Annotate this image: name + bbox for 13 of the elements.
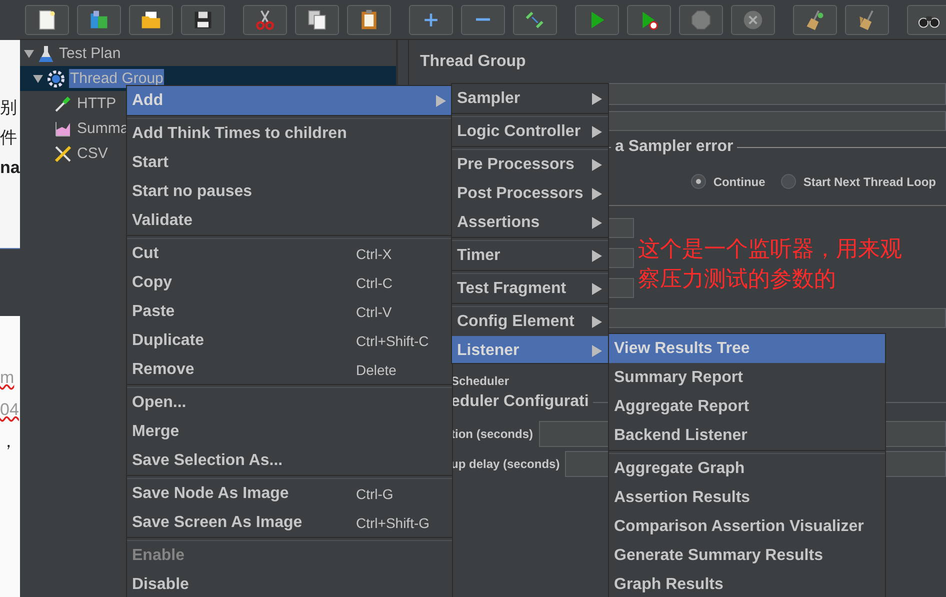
radio-label: Start Next Thread Loop — [803, 174, 936, 188]
background-text: na — [0, 158, 20, 178]
background-text: 04 — [0, 400, 20, 420]
fieldset-legend: a Sampler error — [611, 138, 738, 156]
background-text: 别 — [0, 98, 18, 118]
background-text: ， — [0, 432, 18, 452]
checkbox-label: Scheduler — [451, 374, 510, 388]
fieldset-legend: eduler Configurati — [451, 393, 593, 411]
annotation-text: 这个是一个监听器，用来观察压力测试的参数的 — [638, 235, 903, 293]
background-text: m — [0, 368, 16, 388]
panel-title: Thread Group — [419, 52, 527, 72]
background-text: 件 — [0, 128, 18, 148]
radio-label: Continue — [713, 174, 766, 188]
